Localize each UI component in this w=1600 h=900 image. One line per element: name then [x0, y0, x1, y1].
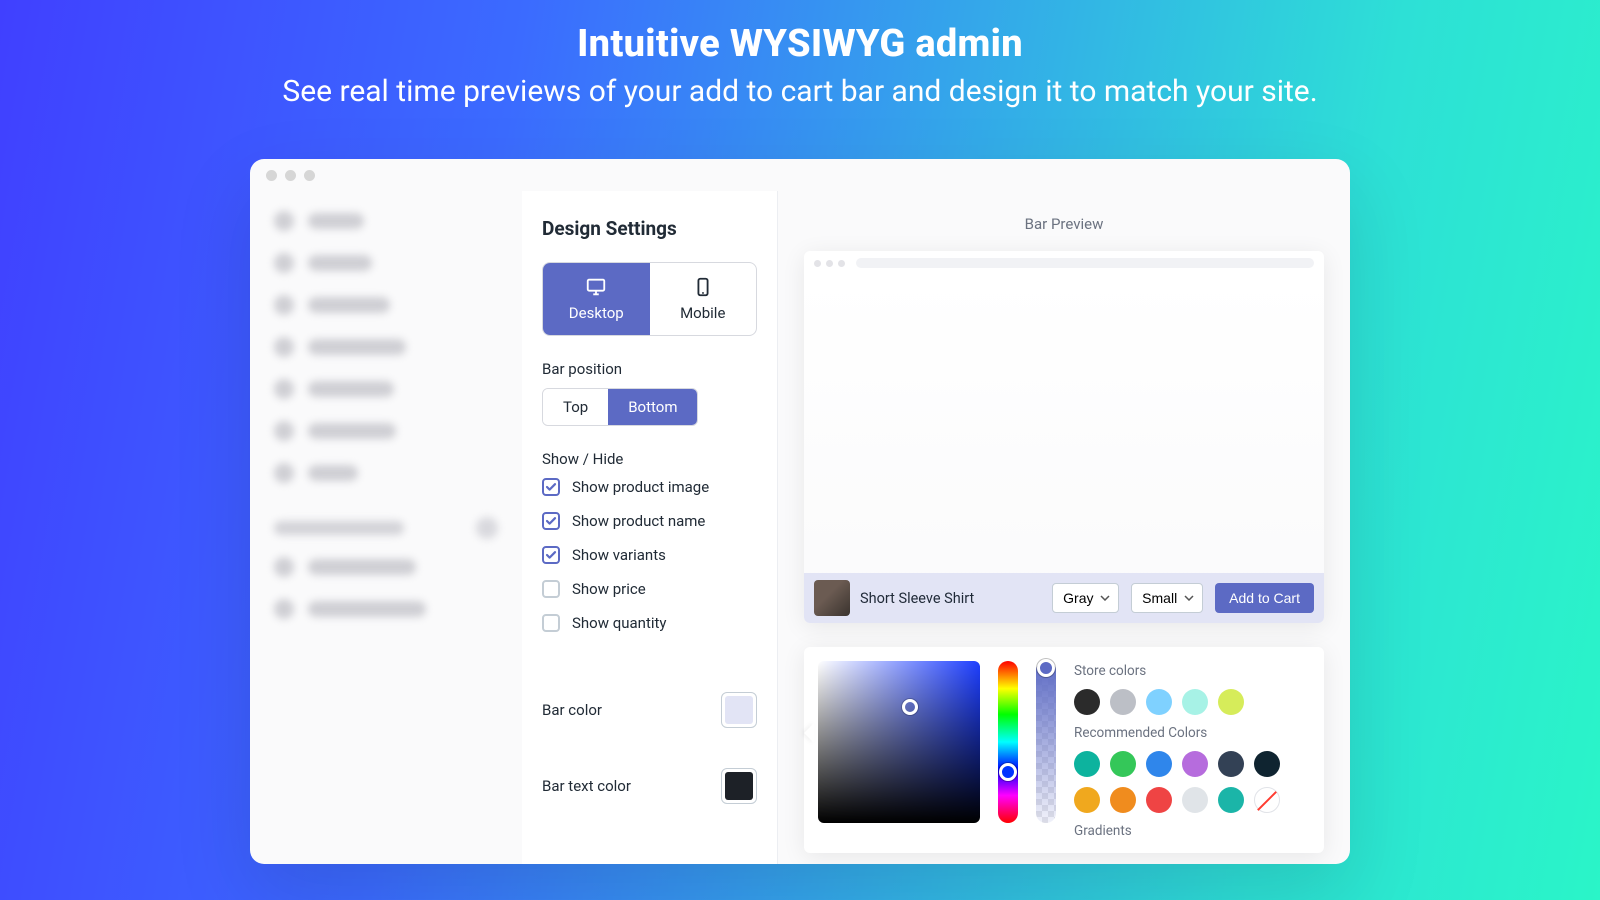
bar-text-color-swatch[interactable] [721, 768, 757, 804]
store-colors-label: Store colors [1074, 663, 1310, 679]
sidebar-item[interactable] [274, 463, 498, 483]
checkbox-quantity[interactable] [542, 614, 560, 632]
bar-color-label: Bar color [542, 701, 602, 719]
traffic-light-close[interactable] [266, 170, 277, 181]
gradients-label: Gradients [1074, 823, 1310, 839]
mobile-icon [692, 276, 714, 298]
checkbox-image[interactable] [542, 478, 560, 496]
bar-position-top[interactable]: Top [543, 389, 608, 425]
recommended-color-swatch[interactable] [1254, 787, 1280, 813]
bar-position-toggle: Top Bottom [542, 388, 698, 426]
option-label: Show variants [572, 546, 666, 564]
product-name: Short Sleeve Shirt [860, 590, 1040, 607]
hue-slider[interactable] [998, 661, 1018, 823]
window-chrome [250, 159, 1350, 191]
recommended-color-swatch[interactable] [1218, 787, 1244, 813]
preview-browser-chrome [804, 251, 1324, 275]
store-color-swatch[interactable] [1110, 689, 1136, 715]
store-color-swatch[interactable] [1218, 689, 1244, 715]
store-color-swatch[interactable] [1146, 689, 1172, 715]
preview-browser: Short Sleeve Shirt Gray Small Add to Car… [804, 251, 1324, 623]
sidebar-item[interactable] [274, 295, 498, 315]
alpha-cursor[interactable] [1037, 659, 1055, 677]
recommended-color-swatch[interactable] [1182, 751, 1208, 777]
hero-title: Intuitive WYSIWYG admin [282, 22, 1317, 66]
option-label: Show quantity [572, 614, 667, 632]
option-name[interactable]: Show product name [542, 512, 757, 530]
option-variants[interactable]: Show variants [542, 546, 757, 564]
store-color-swatch[interactable] [1074, 689, 1100, 715]
option-price[interactable]: Show price [542, 580, 757, 598]
preview-column: Bar Preview Short Sleeve Shirt Gray Smal… [778, 191, 1350, 864]
recommended-color-swatch[interactable] [1146, 751, 1172, 777]
recommended-color-swatch[interactable] [1254, 751, 1280, 777]
option-image[interactable]: Show product image [542, 478, 757, 496]
traffic-light-min[interactable] [285, 170, 296, 181]
saturation-value-field[interactable] [818, 661, 980, 823]
add-to-cart-button[interactable]: Add to Cart [1215, 583, 1314, 613]
desktop-icon [585, 276, 607, 298]
bar-position-label: Bar position [542, 360, 757, 378]
product-thumbnail [814, 580, 850, 616]
recommended-color-swatch[interactable] [1110, 751, 1136, 777]
sidebar-item[interactable] [274, 253, 498, 273]
hue-cursor[interactable] [999, 763, 1017, 781]
alpha-slider[interactable] [1036, 661, 1056, 823]
sidebar-channel-item[interactable] [274, 557, 498, 577]
app-window: Design Settings Desktop Mobile Bar posit… [250, 159, 1350, 864]
admin-sidebar [250, 191, 522, 864]
sidebar-channel-item[interactable] [274, 599, 498, 619]
hero-subtitle: See real time previews of your add to ca… [282, 74, 1317, 109]
sidebar-item[interactable] [274, 211, 498, 231]
show-hide-label: Show / Hide [542, 450, 757, 468]
recommended-color-swatch[interactable] [1146, 787, 1172, 813]
sidebar-item[interactable] [274, 421, 498, 441]
settings-heading: Design Settings [542, 217, 757, 240]
preview-page-body [804, 275, 1324, 623]
design-settings-panel: Design Settings Desktop Mobile Bar posit… [522, 191, 778, 864]
traffic-light-max[interactable] [304, 170, 315, 181]
variant-select-color[interactable]: Gray [1052, 583, 1119, 613]
recommended-colors-label: Recommended Colors [1074, 725, 1310, 741]
sidebar-item[interactable] [274, 379, 498, 399]
bar-position-bottom[interactable]: Bottom [608, 389, 697, 425]
option-label: Show product image [572, 478, 709, 496]
sidebar-item[interactable] [274, 337, 498, 357]
checkbox-variants[interactable] [542, 546, 560, 564]
variant-select-size[interactable]: Small [1131, 583, 1203, 613]
store-color-swatch[interactable] [1182, 689, 1208, 715]
recommended-color-swatch[interactable] [1074, 787, 1100, 813]
device-mobile-tab[interactable]: Mobile [650, 263, 757, 335]
option-label: Show price [572, 580, 646, 598]
recommended-color-swatch[interactable] [1110, 787, 1136, 813]
device-mobile-label: Mobile [680, 304, 725, 322]
recommended-color-swatch[interactable] [1218, 751, 1244, 777]
color-picker: Store colors Recommended Colors Gradient… [804, 647, 1324, 853]
add-to-cart-bar: Short Sleeve Shirt Gray Small Add to Car… [804, 573, 1324, 623]
option-quantity[interactable]: Show quantity [542, 614, 757, 632]
preview-title: Bar Preview [1025, 215, 1104, 233]
device-desktop-tab[interactable]: Desktop [543, 263, 650, 335]
bar-color-swatch[interactable] [721, 692, 757, 728]
recommended-color-swatch[interactable] [1074, 751, 1100, 777]
option-label: Show product name [572, 512, 705, 530]
sv-cursor[interactable] [902, 699, 918, 715]
checkbox-price[interactable] [542, 580, 560, 598]
checkbox-name[interactable] [542, 512, 560, 530]
device-toggle: Desktop Mobile [542, 262, 757, 336]
device-desktop-label: Desktop [569, 304, 624, 322]
bar-text-color-label: Bar text color [542, 777, 631, 795]
recommended-color-swatch[interactable] [1182, 787, 1208, 813]
